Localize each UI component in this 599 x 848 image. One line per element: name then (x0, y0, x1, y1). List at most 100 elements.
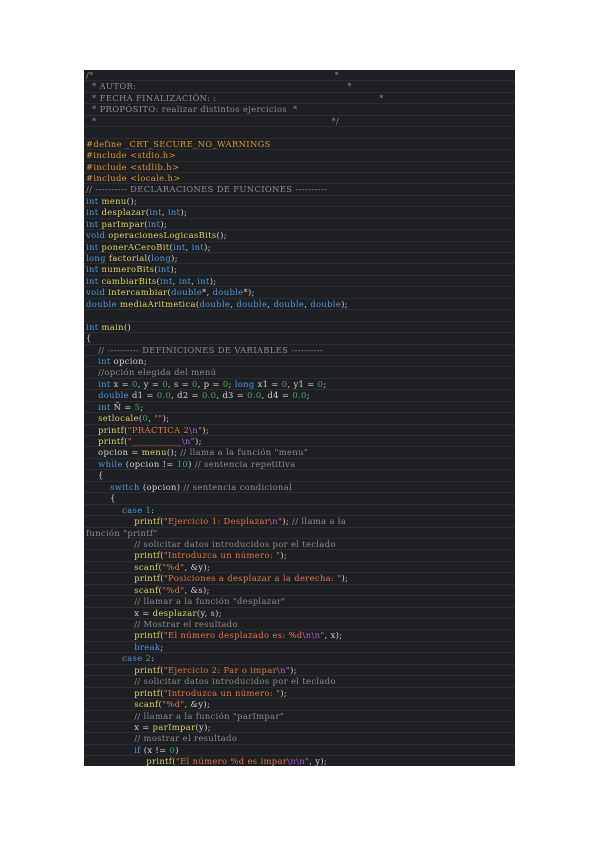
code-text: { (86, 333, 92, 344)
code-comment: * PROPÓSITO: realizar distintos ejercici… (86, 104, 298, 115)
code-line: scanf("%d", &s); (84, 584, 515, 597)
function-name: printf (134, 550, 161, 561)
code-text: , d4 = (261, 390, 293, 401)
code-line: double mediaAritmetica(double, double, d… (84, 298, 515, 311)
code-text: , y1 = (287, 378, 318, 389)
code-text: : (151, 504, 155, 515)
code-line: #include <locale.h> (84, 172, 515, 185)
code-comment: // solicitar datos introducidos por el t… (134, 676, 336, 687)
number-literal: 0.0 (292, 390, 307, 401)
preprocessor-directive: #include <locale.h> (86, 172, 181, 183)
keyword: int (157, 264, 171, 275)
keyword: case (122, 504, 146, 515)
code-text: { (86, 493, 116, 504)
keyword: case (122, 653, 146, 664)
code-line: * PROPÓSITO: realizar distintos ejercici… (84, 104, 515, 116)
string-literal: "El número %d es impar (175, 756, 288, 766)
string-literal: "%d" (162, 561, 185, 572)
keyword: double (199, 298, 231, 309)
function-name: printf (134, 573, 161, 584)
escape-sequence: \n (276, 664, 286, 675)
code-line: if (x != 0) (84, 745, 515, 757)
function-name: scanf (134, 561, 159, 572)
keyword: long (151, 253, 172, 263)
code-comment: // Mostrar el resultado (134, 619, 238, 629)
code-line: * AUTOR: * (84, 81, 515, 93)
code-line: printf("Ejercicio 2: Par o impar\n"); (84, 664, 515, 677)
code-listing: /* * * AUTOR: * * FECHA FINALIZACIÓN: : (84, 70, 515, 766)
code-line: printf("Posiciones a desplazar a la dere… (84, 573, 515, 585)
code-text: ); (341, 573, 349, 584)
code-comment: // llama a la (292, 516, 347, 527)
function-name: factorial (108, 253, 148, 263)
function-name: scanf (134, 699, 159, 710)
code-line: int x = 0, y = 0, s = 0, p = 0; long x1 … (84, 378, 515, 391)
code-text: , y = (137, 378, 163, 389)
code-line: * FECHA FINALIZACIÓN: : * (84, 92, 515, 105)
function-name: menu (101, 195, 127, 206)
code-comment: * FECHA FINALIZACIÓN: : * (86, 92, 384, 103)
keyword: double (236, 298, 268, 309)
keyword: int (86, 275, 102, 286)
keyword: int (86, 321, 102, 332)
code-text: Ñ = (113, 401, 135, 412)
code-line: //opción elegida del menú (84, 367, 515, 379)
function-name: operacionesLogicasBits (108, 230, 217, 241)
code-line: // llamar a la función "parImpar" (84, 711, 515, 722)
string-literal: "El número desplazado es: %d (163, 630, 303, 641)
code-comment: // llamar a la función "parImpar" (134, 710, 285, 721)
code-text: ); (280, 550, 288, 561)
code-line: opcion = menu(); // llama a la función "… (84, 447, 515, 459)
string-literal: "%d" (162, 584, 185, 595)
code-text: (); (126, 195, 138, 206)
code-text: (); (216, 230, 227, 241)
code-line: printf("Ejercicio 1: Desplazar\n"); // l… (84, 516, 515, 528)
escape-sequence: \n (189, 424, 199, 435)
code-text: ); (194, 436, 202, 446)
string-literal: "Introduzca un número: " (163, 550, 281, 561)
function-name: printf (98, 436, 125, 446)
function-name: printf (134, 516, 161, 527)
code-line: { (84, 493, 515, 505)
code-comment: * */ (86, 115, 340, 126)
code-text: , &y); (184, 561, 211, 572)
code-line: { (84, 333, 515, 345)
code-line: printf("Introduzca un número: "); (84, 550, 515, 562)
code-comment: función "printf" (86, 527, 158, 538)
function-name: parImpar (152, 721, 196, 732)
code-text: ) (188, 458, 195, 469)
function-name: main (101, 321, 124, 332)
code-comment: // sentencia repetitiva (194, 458, 296, 469)
code-line: int parImpar(int); (84, 218, 515, 231)
function-name: ponerACeroBit (101, 241, 170, 252)
code-line: /* * (84, 70, 515, 82)
code-text: () (123, 321, 132, 332)
function-name: parImpar (101, 218, 145, 229)
keyword: int (167, 207, 181, 218)
code-text: ); (202, 424, 210, 435)
function-name: setlocale (98, 413, 139, 424)
keyword: int (173, 241, 186, 252)
keyword: int (147, 218, 161, 229)
code-line: break; (84, 642, 515, 654)
code-text: x = (86, 607, 153, 618)
code-text: , &s); (184, 584, 210, 595)
code-line: función "printf" (84, 528, 515, 539)
code-line: setlocale(0, ""); (84, 413, 515, 425)
code-text: { (86, 470, 104, 481)
code-line: double d1 = 0.0, d2 = 0.0, d3 = 0.0, d4 … (84, 390, 515, 402)
code-text: : (151, 653, 155, 664)
code-text: ; (306, 390, 310, 401)
string-literal: "" (154, 413, 163, 424)
code-line: printf("El número %d es impar\n\n", y); (84, 756, 515, 766)
